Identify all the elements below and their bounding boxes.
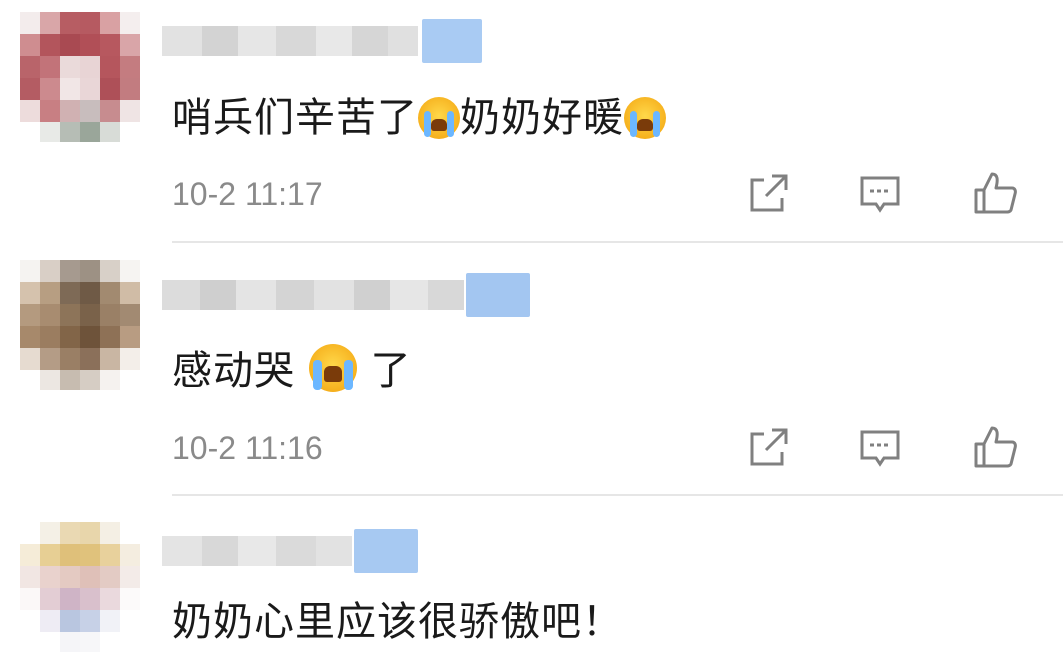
avatar[interactable] — [20, 260, 140, 390]
username-redacted[interactable] — [162, 529, 418, 573]
avatar[interactable] — [20, 12, 140, 142]
comment-text: 奶奶心里应该很骄傲吧！ — [172, 599, 623, 645]
comment-text: 感动哭 了 — [172, 344, 411, 397]
divider — [172, 241, 1063, 243]
vip-badge-icon — [354, 529, 418, 573]
username-redacted[interactable] — [162, 273, 530, 317]
cry-emoji-icon — [418, 97, 460, 139]
like-button[interactable] — [972, 170, 1017, 214]
comment-icon — [860, 176, 900, 213]
reply-button[interactable] — [858, 172, 902, 216]
cry-emoji-icon — [624, 97, 666, 139]
divider — [172, 494, 1063, 496]
comment-icon — [860, 430, 900, 467]
comment-text: 哨兵们辛苦了 奶奶好暖 — [172, 92, 666, 144]
comment-item: 哨兵们辛苦了 奶奶好暖 10-2 11:17 — [0, 0, 1063, 244]
share-icon — [750, 174, 788, 212]
like-button[interactable] — [972, 424, 1017, 468]
comment-timestamp: 10-2 11:16 — [172, 430, 323, 466]
share-button[interactable] — [746, 426, 790, 470]
comment-item: 奶奶心里应该很骄傲吧！ — [0, 498, 1063, 671]
avatar[interactable] — [20, 522, 140, 652]
share-icon — [750, 428, 788, 466]
vip-badge-icon — [422, 19, 482, 63]
loud-cry-emoji-icon — [308, 344, 357, 392]
username-redacted[interactable] — [162, 19, 482, 63]
share-button[interactable] — [746, 172, 790, 216]
reply-button[interactable] — [858, 426, 902, 470]
vip-badge-icon — [466, 273, 530, 317]
comment-timestamp: 10-2 11:17 — [172, 176, 323, 212]
thumbs-up-icon — [974, 426, 1017, 468]
comment-item: 感动哭 了 10-2 11:16 — [0, 244, 1063, 498]
thumbs-up-icon — [974, 172, 1017, 214]
